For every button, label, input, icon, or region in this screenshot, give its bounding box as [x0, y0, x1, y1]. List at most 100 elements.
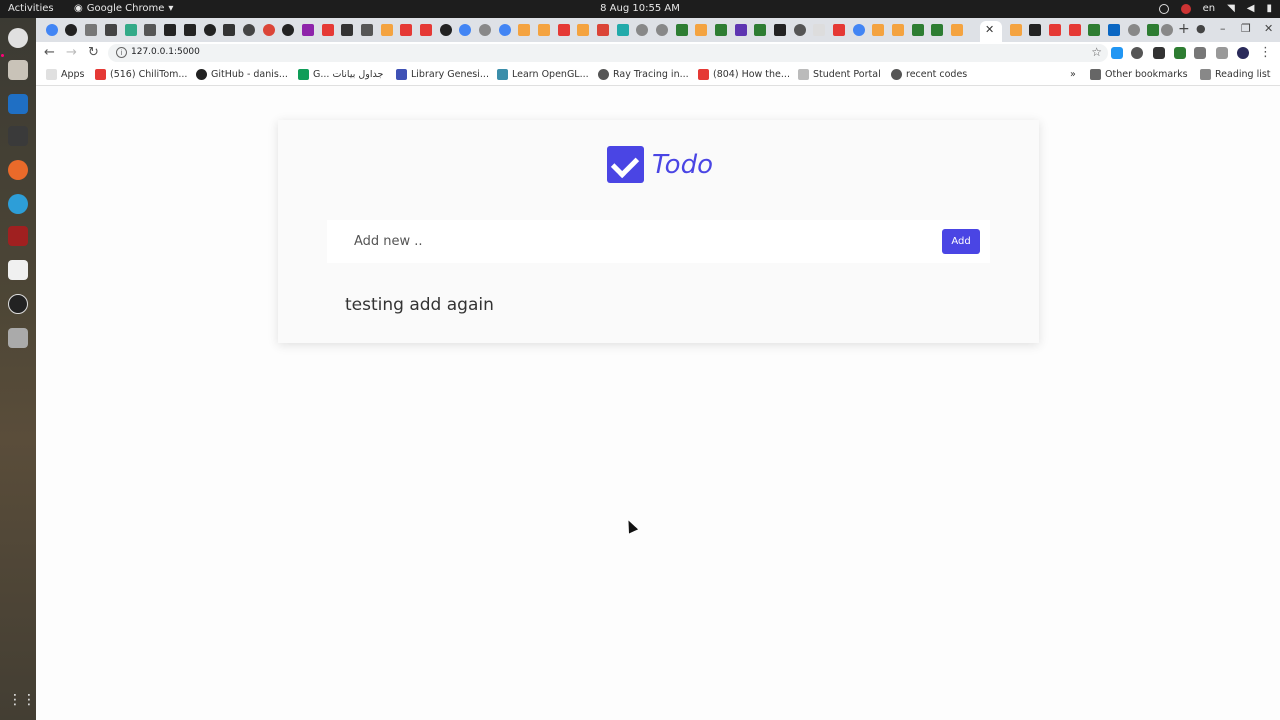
tab-favicon[interactable] — [636, 24, 648, 36]
youtube-icon[interactable] — [1049, 24, 1061, 36]
bookmark-item[interactable]: recent codes — [891, 69, 967, 80]
tab-favicon[interactable] — [617, 24, 629, 36]
terminal-icon[interactable] — [8, 226, 28, 246]
reload-icon[interactable]: ↻ — [88, 45, 99, 60]
tab-favicon[interactable] — [892, 24, 904, 36]
youtube-icon[interactable] — [833, 24, 845, 36]
extension-icon[interactable] — [1174, 47, 1186, 59]
tab-favicon[interactable] — [125, 24, 137, 36]
menu-icon[interactable]: ⋮ — [1259, 45, 1272, 60]
files-icon[interactable] — [8, 60, 28, 80]
bookmark-item[interactable]: (804) How the... — [698, 69, 790, 80]
back-icon[interactable]: ← — [44, 45, 55, 60]
drive-icon[interactable] — [8, 328, 28, 348]
clock[interactable]: 8 Aug 10:55 AM — [600, 3, 680, 14]
close-window-icon[interactable]: ✕ — [1264, 22, 1273, 35]
tab-favicon[interactable] — [105, 24, 117, 36]
tab-favicon[interactable] — [695, 24, 707, 36]
tab-favicon[interactable] — [1088, 24, 1100, 36]
minimize-icon[interactable]: – — [1220, 22, 1226, 35]
bookmark-apps[interactable]: Apps — [46, 69, 85, 80]
tab-favicon[interactable] — [754, 24, 766, 36]
linkedin-icon[interactable] — [1108, 24, 1120, 36]
tab-favicon[interactable] — [1161, 24, 1173, 36]
tab-favicon[interactable] — [538, 24, 550, 36]
tab-favicon[interactable] — [676, 24, 688, 36]
tab-favicon[interactable] — [1147, 24, 1159, 36]
tab-favicon[interactable] — [577, 24, 589, 36]
tab-favicon[interactable] — [774, 24, 786, 36]
tab-favicon[interactable] — [479, 24, 491, 36]
youtube-icon[interactable] — [400, 24, 412, 36]
show-apps-icon[interactable]: ⋮⋮ — [8, 692, 36, 712]
tab-favicon[interactable] — [85, 24, 97, 36]
bookmark-item[interactable]: Student Portal — [798, 69, 881, 80]
tab-favicon[interactable] — [164, 24, 176, 36]
bookmark-item[interactable]: Learn OpenGL... — [497, 69, 589, 80]
forward-icon[interactable]: → — [66, 45, 77, 60]
tab-favicon[interactable] — [302, 24, 314, 36]
extension-icon[interactable] — [1131, 47, 1143, 59]
github-icon[interactable] — [65, 24, 77, 36]
monitor-icon[interactable] — [8, 126, 28, 146]
address-bar[interactable]: i 127.0.0.1:5000 ☆ — [108, 44, 1108, 62]
bookmark-item[interactable]: (516) ChiliTom... — [95, 69, 187, 80]
tab-favicon[interactable] — [144, 24, 156, 36]
app-menu[interactable]: ◉ Google Chrome ▾ — [74, 3, 173, 14]
youtube-icon[interactable] — [420, 24, 432, 36]
github-icon[interactable] — [282, 24, 294, 36]
reading-list[interactable]: Reading list — [1200, 69, 1271, 80]
tab-favicon[interactable] — [794, 24, 806, 36]
extension-icon[interactable] — [1153, 47, 1165, 59]
document-icon[interactable] — [8, 260, 28, 280]
google-icon[interactable] — [499, 24, 511, 36]
extension-icon[interactable] — [1111, 47, 1123, 59]
bookmark-item[interactable]: GitHub - danis... — [196, 69, 288, 80]
puzzle-icon[interactable] — [1194, 47, 1206, 59]
bookmark-item[interactable]: G... جداول بيانات — [298, 69, 383, 80]
tab-favicon[interactable] — [715, 24, 727, 36]
google-icon[interactable] — [459, 24, 471, 36]
tab-favicon[interactable] — [1128, 24, 1140, 36]
activities-button[interactable]: Activities — [8, 3, 54, 14]
tab-favicon[interactable] — [735, 24, 747, 36]
chrome-icon[interactable] — [8, 28, 28, 48]
youtube-icon[interactable] — [1069, 24, 1081, 36]
tab-favicon[interactable] — [243, 24, 255, 36]
bookmark-item[interactable]: Ray Tracing in... — [598, 69, 689, 80]
postman-icon[interactable] — [8, 160, 28, 180]
youtube-icon[interactable] — [322, 24, 334, 36]
other-bookmarks[interactable]: Other bookmarks — [1090, 69, 1188, 80]
tab-favicon[interactable] — [931, 24, 943, 36]
telegram-icon[interactable] — [8, 194, 28, 214]
github-icon[interactable] — [440, 24, 452, 36]
tab-favicon[interactable] — [656, 24, 668, 36]
tab-favicon[interactable] — [46, 24, 58, 36]
close-icon[interactable]: ✕ — [985, 23, 994, 36]
more-bookmarks-icon[interactable]: » — [1070, 69, 1076, 80]
tab-favicon[interactable] — [184, 24, 196, 36]
restore-icon[interactable]: ❐ — [1241, 22, 1251, 35]
github-icon[interactable] — [204, 24, 216, 36]
gmail-icon[interactable] — [597, 24, 609, 36]
add-button[interactable]: Add — [942, 229, 980, 254]
youtube-icon[interactable] — [558, 24, 570, 36]
tab-favicon[interactable] — [813, 24, 825, 36]
avatar[interactable] — [1237, 47, 1249, 59]
new-tab-icon[interactable]: + — [1178, 21, 1190, 37]
bookmark-item[interactable]: Library Genesi... — [396, 69, 489, 80]
tab-favicon[interactable] — [1010, 24, 1022, 36]
tab-favicon[interactable] — [1029, 24, 1041, 36]
vscode-icon[interactable] — [8, 94, 28, 114]
obs-icon[interactable] — [8, 294, 28, 314]
google-icon[interactable] — [263, 24, 275, 36]
language-indicator[interactable]: en — [1203, 3, 1216, 14]
info-icon[interactable]: i — [116, 47, 127, 58]
system-tray[interactable]: en ◥ ◀ ▮ — [1158, 3, 1272, 14]
new-todo-input[interactable] — [327, 220, 927, 263]
reading-list-icon[interactable] — [1216, 47, 1228, 59]
tab-favicon[interactable] — [341, 24, 353, 36]
tab-favicon[interactable] — [951, 24, 963, 36]
tab-favicon[interactable] — [518, 24, 530, 36]
tab-favicon[interactable] — [912, 24, 924, 36]
